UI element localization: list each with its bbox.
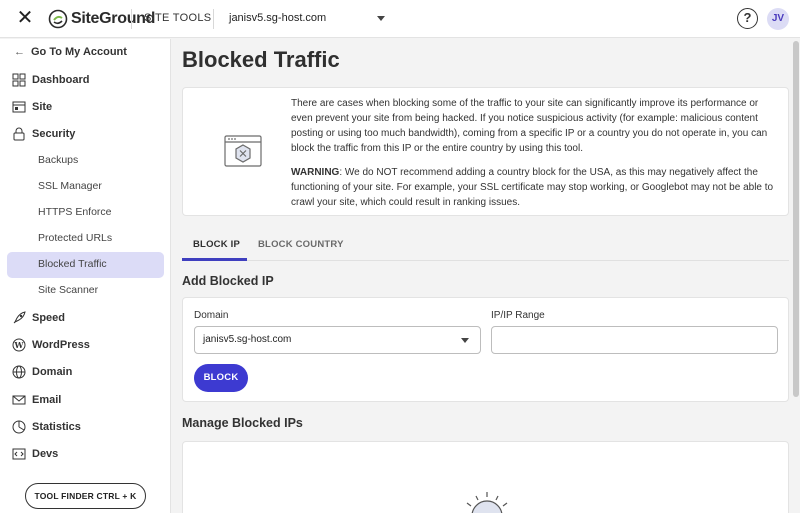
dashboard-icon bbox=[12, 73, 26, 87]
rocket-icon bbox=[13, 311, 26, 324]
sidebar-item-domain[interactable]: Domain bbox=[12, 365, 72, 379]
sidebar-subitem-blocked-traffic[interactable]: Blocked Traffic bbox=[38, 258, 107, 270]
sidebar-item-label: Statistics bbox=[32, 421, 81, 433]
sidebar-item-speed[interactable]: Speed bbox=[12, 311, 65, 325]
sidebar-item-label: Dashboard bbox=[32, 74, 90, 86]
chevron-down-icon[interactable] bbox=[377, 16, 385, 21]
sidebar-subitem-backups[interactable]: Backups bbox=[38, 154, 78, 166]
lock-icon bbox=[13, 127, 25, 141]
brand-name: SiteGround bbox=[71, 10, 156, 27]
siteground-logo-icon bbox=[48, 9, 68, 29]
domain-select-value: janisv5.sg-host.com bbox=[203, 334, 292, 345]
sidebar-item-statistics[interactable]: Statistics bbox=[12, 420, 81, 434]
sidebar-item-dashboard[interactable]: Dashboard bbox=[12, 73, 89, 87]
blocked-ips-list bbox=[182, 441, 789, 513]
warning-paragraph: WARNING: We do NOT recommend adding a co… bbox=[291, 165, 781, 210]
sidebar-item-label: Domain bbox=[32, 366, 73, 378]
sidebar-item-email[interactable]: Email bbox=[12, 393, 61, 407]
chevron-down-icon bbox=[461, 338, 469, 343]
empty-state-sun-icon bbox=[466, 492, 508, 513]
tool-finder-button[interactable]: TOOL FINDER CTRL + K bbox=[25, 483, 146, 509]
globe-icon bbox=[12, 365, 26, 379]
sidebar-item-label: Devs bbox=[32, 448, 59, 460]
active-tab-indicator bbox=[182, 258, 247, 261]
back-link-label: Go To My Account bbox=[31, 46, 127, 58]
domain-select[interactable]: janisv5.sg-host.com bbox=[194, 326, 481, 354]
main-content: Blocked Traffic There are cases when blo… bbox=[172, 39, 791, 513]
sidebar-item-label: Speed bbox=[32, 312, 66, 324]
add-ip-form: Domain janisv5.sg-host.com IP/IP Range B… bbox=[182, 297, 789, 402]
add-blocked-ip-heading: Add Blocked IP bbox=[182, 274, 274, 288]
ip-range-label: IP/IP Range bbox=[491, 310, 545, 321]
siteground-logo[interactable]: SiteGround bbox=[48, 9, 155, 29]
divider bbox=[131, 9, 132, 29]
ip-range-input[interactable] bbox=[491, 326, 778, 354]
sidebar-item-label: Email bbox=[32, 394, 62, 406]
sidebar-item-label: WordPress bbox=[32, 339, 90, 351]
mail-icon bbox=[12, 395, 26, 405]
sidebar-item-security[interactable]: Security bbox=[12, 127, 75, 141]
chart-icon bbox=[12, 420, 26, 434]
back-to-account-link[interactable]: ← Go To My Account bbox=[14, 46, 127, 58]
domain-label: Domain bbox=[194, 310, 229, 321]
sidebar-item-wordpress[interactable]: W WordPress bbox=[12, 338, 90, 352]
code-icon bbox=[12, 448, 26, 460]
warning-text: : We do NOT recommend adding a country b… bbox=[291, 167, 774, 208]
page-title: Blocked Traffic bbox=[182, 47, 340, 72]
sidebar-subitem-ssl-manager[interactable]: SSL Manager bbox=[38, 180, 102, 192]
sidebar-subitem-https-enforce[interactable]: HTTPS Enforce bbox=[38, 206, 112, 218]
info-text: There are cases when blocking some of th… bbox=[291, 96, 781, 210]
svg-text:W: W bbox=[14, 340, 25, 350]
sidebar: ← Go To My Account Dashboard Site Securit… bbox=[0, 39, 171, 513]
sidebar-item-label: Site bbox=[32, 101, 53, 113]
site-selector[interactable]: janisv5.sg-host.com bbox=[229, 12, 326, 24]
page-scrollbar[interactable] bbox=[793, 41, 799, 397]
sidebar-subitem-protected-urls[interactable]: Protected URLs bbox=[38, 232, 112, 244]
info-card: There are cases when blocking some of th… bbox=[182, 87, 789, 216]
arrow-left-icon: ← bbox=[14, 46, 25, 58]
site-icon bbox=[12, 101, 26, 113]
warning-label: WARNING bbox=[291, 167, 340, 178]
avatar[interactable]: JV bbox=[767, 8, 789, 30]
sidebar-item-site[interactable]: Site bbox=[12, 100, 52, 114]
manage-blocked-ips-heading: Manage Blocked IPs bbox=[182, 416, 303, 430]
help-icon[interactable]: ? bbox=[737, 8, 758, 29]
tab-block-ip[interactable]: BLOCK IP bbox=[193, 239, 240, 250]
tab-block-country[interactable]: BLOCK COUNTRY bbox=[258, 239, 344, 250]
block-button[interactable]: BLOCK bbox=[194, 364, 248, 392]
info-paragraph: There are cases when blocking some of th… bbox=[291, 98, 768, 154]
blocked-window-icon bbox=[224, 135, 262, 167]
close-icon[interactable]: ✕ bbox=[16, 8, 34, 28]
top-bar: ✕ SiteGround SITE TOOLS janisv5.sg-host.… bbox=[0, 0, 800, 38]
sidebar-item-devs[interactable]: Devs bbox=[12, 447, 58, 461]
sidebar-subitem-site-scanner[interactable]: Site Scanner bbox=[38, 284, 98, 296]
divider bbox=[213, 9, 214, 29]
tab-bar: BLOCK IP BLOCK COUNTRY bbox=[182, 227, 789, 261]
wordpress-icon: W bbox=[12, 338, 26, 352]
section-title: SITE TOOLS bbox=[144, 12, 212, 24]
sidebar-item-label: Security bbox=[32, 128, 76, 140]
